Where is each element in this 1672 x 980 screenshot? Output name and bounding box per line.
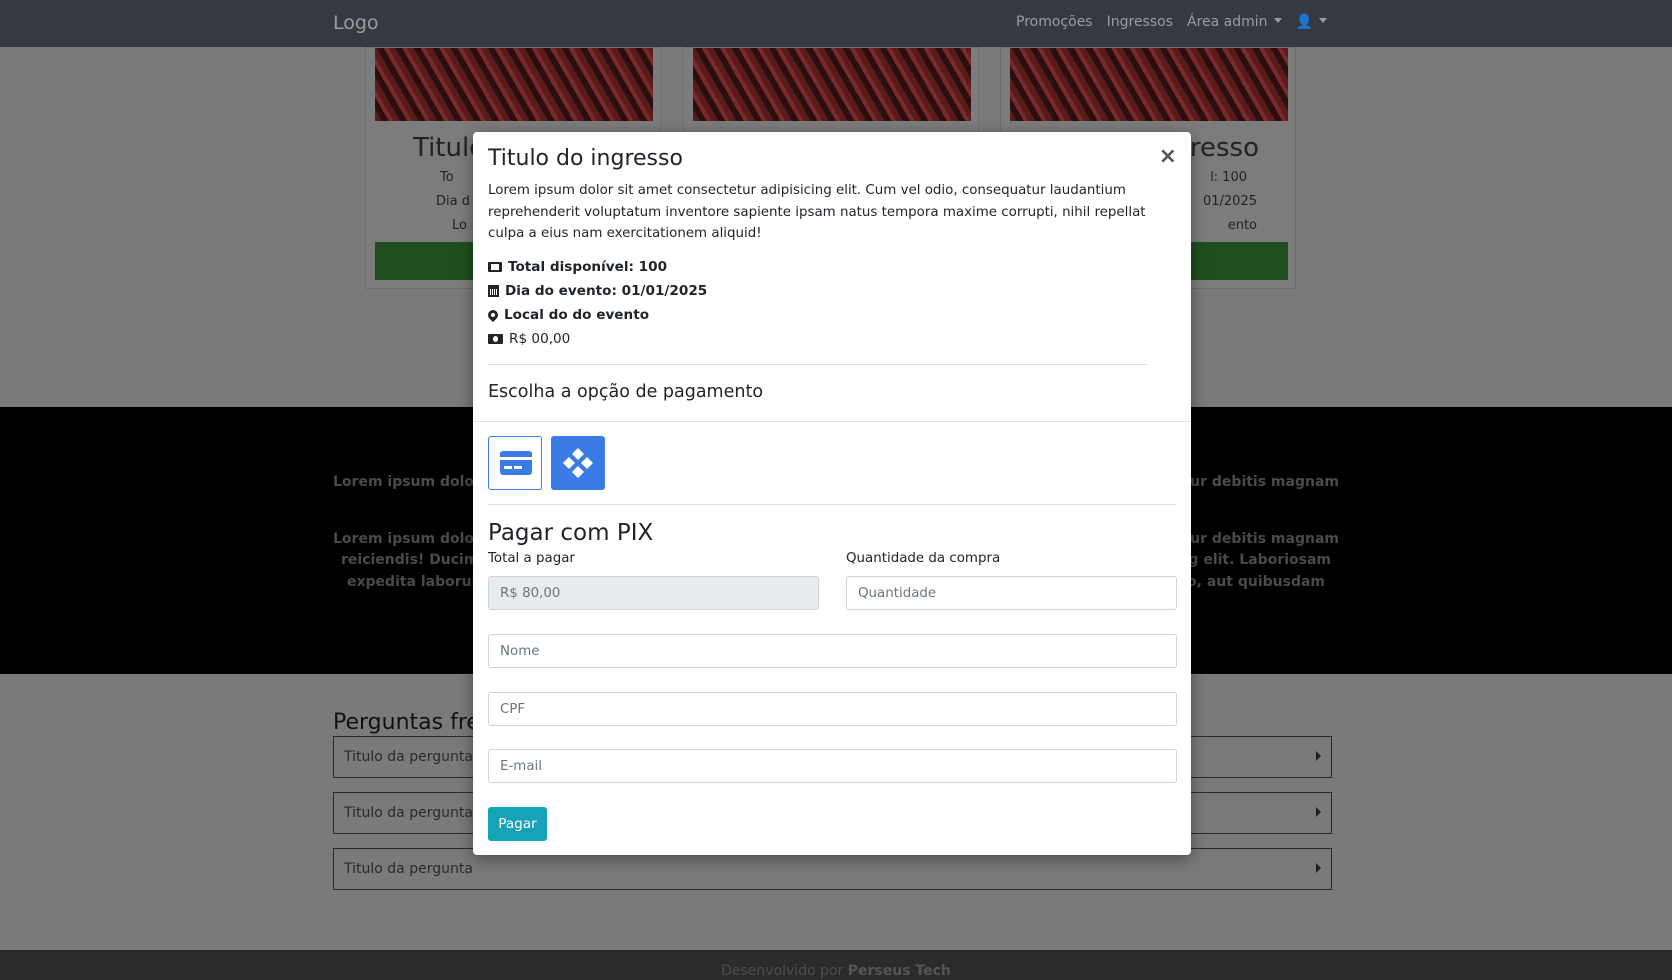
pix-heading: Pagar com PIX <box>488 520 654 546</box>
pix-icon <box>563 448 593 478</box>
credit-card-icon <box>500 451 532 475</box>
pay-button[interactable]: Pagar <box>488 807 547 841</box>
modal-description: Lorem ipsum dolor sit amet consectetur a… <box>488 183 1146 241</box>
payment-heading: Escolha a opção de pagamento <box>488 382 764 402</box>
divider <box>488 364 1148 365</box>
info-dia-evento: Dia do evento: 01/01/2025 <box>488 283 707 299</box>
payment-option-credit-card[interactable] <box>488 436 542 490</box>
preco-text: R$ 00,00 <box>509 331 571 347</box>
map-marker-icon <box>485 307 501 323</box>
quantidade-label: Quantidade da compra <box>846 551 1001 566</box>
local-text: Local do do evento <box>504 307 650 323</box>
dia-evento-text: Dia do evento: 01/01/2025 <box>505 283 708 299</box>
info-preco: R$ 00,00 <box>488 331 570 347</box>
nome-input[interactable] <box>488 634 1177 668</box>
close-icon[interactable]: × <box>1159 146 1177 168</box>
divider <box>488 504 1176 505</box>
info-total-disponivel: Total disponível: 100 <box>488 259 667 275</box>
info-local: Local do do evento <box>485 307 650 323</box>
total-label: Total a pagar <box>488 551 575 566</box>
payment-option-pix[interactable] <box>551 436 605 490</box>
email-input[interactable] <box>488 749 1177 783</box>
divider <box>473 421 1191 422</box>
total-disponivel-text: Total disponível: 100 <box>508 259 668 275</box>
cpf-input[interactable] <box>488 692 1177 726</box>
modal-title: Titulo do ingresso <box>488 146 683 171</box>
calendar-icon <box>488 285 499 297</box>
ticket-modal: Titulo do ingresso × Lorem ipsum dolor s… <box>473 132 1191 855</box>
quantidade-input[interactable] <box>846 576 1177 610</box>
total-input <box>488 576 819 610</box>
money-icon <box>488 334 503 344</box>
ticket-icon <box>488 262 502 272</box>
